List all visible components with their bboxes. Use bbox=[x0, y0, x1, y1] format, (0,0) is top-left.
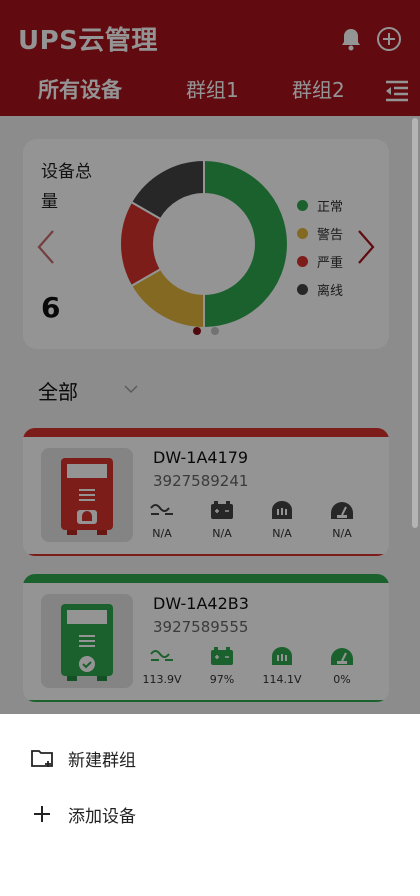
dim-overlay[interactable] bbox=[0, 0, 420, 714]
action-bottom-sheet: 新建群组 添加设备 bbox=[0, 714, 420, 896]
new-group-label: 新建群组 bbox=[68, 751, 136, 771]
scrollbar[interactable] bbox=[412, 118, 418, 528]
plus-icon bbox=[34, 806, 50, 822]
app-screen: UPS云管理 所有设备 群组1 群组2 设备总量 6 正常 警告 严重 离线 全… bbox=[0, 0, 420, 896]
new-group-item[interactable]: 新建群组 bbox=[0, 730, 420, 786]
add-device-item[interactable]: 添加设备 bbox=[0, 786, 420, 842]
new-folder-icon bbox=[31, 750, 53, 767]
add-device-label: 添加设备 bbox=[68, 807, 136, 827]
